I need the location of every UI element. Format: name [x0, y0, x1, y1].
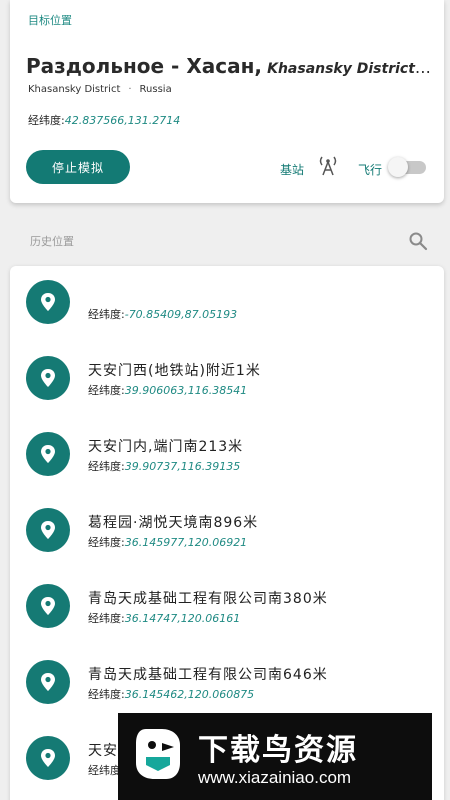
- flight-mode-toggle[interactable]: [388, 157, 428, 177]
- bird-logo-icon: [136, 729, 180, 779]
- coord-label: 经纬度:: [88, 612, 125, 625]
- history-item-coord: 经纬度:39.906063,116.38541: [88, 382, 247, 398]
- history-item-name: 青岛天成基础工程有限公司南646米: [88, 667, 328, 683]
- signal-tower-icon[interactable]: [318, 154, 338, 176]
- search-icon[interactable]: [408, 231, 428, 251]
- separator-dot: ·: [128, 84, 132, 95]
- target-district: Khasansky District: [28, 84, 121, 95]
- coord-value: -70.85409,87.05193: [124, 308, 238, 321]
- target-coord-value: 42.837566,131.2714: [64, 114, 181, 127]
- coord-value: 39.906063,116.38541: [124, 384, 248, 397]
- target-title-name: Раздольное - Хасан,: [26, 54, 262, 78]
- history-item[interactable]: 天安门西(地铁站)附近1米 经纬度:39.906063,116.38541: [10, 356, 444, 432]
- target-country: Russia: [139, 84, 172, 95]
- coord-value: 36.145462,120.060875: [124, 688, 255, 701]
- watermark-title: 下载鸟资源: [198, 733, 358, 768]
- history-item[interactable]: 青岛天成基础工程有限公司南380米 经纬度:36.14747,120.06161: [10, 584, 444, 660]
- location-pin-icon: [26, 508, 70, 552]
- history-item-coord: 经纬度:36.145977,120.06921: [88, 534, 247, 550]
- history-item[interactable]: 经纬度:-70.85409,87.05193: [10, 280, 444, 356]
- watermark-url: www.xiazainiao.com: [198, 768, 352, 787]
- location-pin-icon: [26, 356, 70, 400]
- toggle-knob: [388, 157, 408, 177]
- target-district-line: Khasansky District · Russia: [28, 84, 172, 95]
- target-section-label: 目标位置: [28, 14, 72, 27]
- coord-value: 39.90737,116.39135: [124, 460, 241, 473]
- base-station-label[interactable]: 基站: [280, 161, 304, 178]
- history-item[interactable]: 天安门内,端门南213米 经纬度:39.90737,116.39135: [10, 432, 444, 508]
- history-item-coord: 经纬度:-70.85409,87.05193: [88, 306, 237, 322]
- history-item[interactable]: 葛程园·湖悦天境南896米 经纬度:36.145977,120.06921: [10, 508, 444, 584]
- coord-value: 36.14747,120.06161: [124, 612, 241, 625]
- coord-label: 经纬度:: [88, 308, 125, 321]
- history-item-coord: 经纬度:36.145462,120.060875: [88, 686, 254, 702]
- location-pin-icon: [26, 280, 70, 324]
- history-item-coord: 经纬度:39.90737,116.39135: [88, 458, 240, 474]
- history-section-label: 历史位置: [30, 235, 74, 248]
- history-item-name: 天安: [88, 743, 118, 759]
- target-location-card: 目标位置 Раздольное - Хасан, Khasansky Distr…: [10, 0, 444, 203]
- stop-simulation-button[interactable]: 停止模拟: [26, 150, 130, 184]
- coord-value: 36.145977,120.06921: [124, 536, 248, 549]
- history-item-name: 天安门内,端门南213米: [88, 439, 244, 455]
- target-coordinates: 经纬度:42.837566,131.2714: [28, 112, 180, 128]
- target-title: Раздольное - Хасан, Khasansky District, …: [26, 54, 436, 78]
- target-coord-label: 经纬度:: [28, 114, 65, 127]
- coord-label: 经纬度:: [88, 384, 125, 397]
- location-pin-icon: [26, 432, 70, 476]
- location-pin-icon: [26, 584, 70, 628]
- flight-mode-label: 飞行: [358, 163, 383, 177]
- history-item-name: 葛程园·湖悦天境南896米: [88, 515, 259, 531]
- coord-label: 经纬度:: [88, 536, 125, 549]
- history-item-coord: 经纬度:36.14747,120.06161: [88, 610, 240, 626]
- coord-label: 经纬度:: [88, 460, 125, 473]
- watermark-banner: 下载鸟资源 www.xiazainiao.com: [118, 713, 432, 800]
- location-pin-icon: [26, 660, 70, 704]
- coord-label: 经纬度:: [88, 688, 125, 701]
- target-title-sub: Khasansky District, Prim…: [267, 61, 436, 77]
- history-item-name: 青岛天成基础工程有限公司南380米: [88, 591, 328, 607]
- history-item-name: 天安门西(地铁站)附近1米: [88, 363, 261, 379]
- location-pin-icon: [26, 736, 70, 780]
